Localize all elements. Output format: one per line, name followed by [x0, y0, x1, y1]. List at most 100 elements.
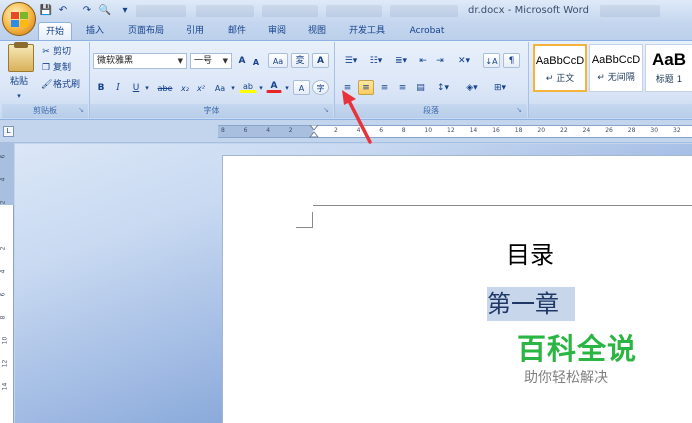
highlight-button[interactable]: ab: [239, 78, 257, 93]
print-preview-icon[interactable]: 🔍: [96, 3, 114, 19]
format-painter-button[interactable]: 格式刷: [52, 77, 86, 92]
ruler-tick-label: 28: [627, 127, 636, 134]
shading-button[interactable]: ◈▾: [459, 80, 485, 95]
borders-button[interactable]: ⊞▾: [488, 80, 512, 95]
horizontal-ruler[interactable]: 8 6 4 2 2 4 6 8 10 12 14 16 18 20 22 24 26 28 30 32: [218, 125, 692, 138]
shrink-font-button[interactable]: A: [250, 54, 262, 69]
tab-selector-button[interactable]: L: [3, 126, 14, 137]
character-shading-button[interactable]: A: [293, 80, 310, 95]
line-spacing-button[interactable]: ↕▾: [431, 80, 455, 95]
ruler-tick-label: 18: [514, 127, 523, 134]
undo-icon[interactable]: ↶: [56, 3, 70, 19]
office-button[interactable]: [2, 2, 36, 36]
tab-developer[interactable]: 开发工具: [344, 22, 390, 40]
chinese-layout-button[interactable]: ✕▾: [452, 53, 476, 68]
watermark-subtitle: 助你轻松解决: [524, 370, 608, 386]
subscript-button[interactable]: x₂: [178, 80, 192, 95]
ruler-tick-label: 26: [605, 127, 613, 134]
grow-font-button[interactable]: A: [235, 53, 249, 68]
vertical-ruler[interactable]: 6 4 2 2 4 6 8 10 12 14: [0, 143, 14, 423]
ruler-tick-label: 8: [0, 315, 7, 320]
bold-button[interactable]: B: [95, 80, 107, 95]
phonetic-guide-button[interactable]: 変: [291, 53, 309, 68]
tab-acrobat[interactable]: Acrobat: [404, 22, 450, 40]
ruler-tick-label: 6: [0, 292, 7, 297]
clear-formatting-button[interactable]: Aa: [268, 53, 288, 68]
italic-button[interactable]: I: [112, 80, 124, 95]
tab-home[interactable]: 开始: [38, 22, 72, 40]
indent-marker-icon[interactable]: [309, 125, 319, 138]
enclose-characters-button[interactable]: 字: [312, 80, 329, 95]
show-marks-button[interactable]: ¶: [503, 53, 520, 68]
taskbar-tab-blurred: [196, 5, 254, 17]
clipboard-launcher-icon[interactable]: ↘: [77, 106, 85, 114]
style-normal[interactable]: AaBbCcD ↵ 正文: [533, 44, 587, 92]
ruler-tick-label: 4: [0, 269, 7, 274]
copy-icon[interactable]: ❐: [40, 60, 52, 75]
strikethrough-button[interactable]: abe: [154, 80, 176, 95]
change-case-dropdown-icon[interactable]: ▾: [229, 80, 237, 95]
tab-mailings[interactable]: 邮件: [222, 22, 252, 40]
superscript-button[interactable]: x²: [194, 80, 208, 95]
style-sample: AaBbCcD: [591, 54, 641, 66]
annotation-arrow-icon: [342, 90, 372, 144]
underline-dropdown-icon[interactable]: ▾: [143, 80, 151, 95]
ruler-tick-label: 10: [424, 127, 433, 134]
selected-heading-text[interactable]: 第一章: [487, 287, 575, 321]
redo-icon[interactable]: ↷: [80, 3, 94, 19]
sort-button[interactable]: ↓A: [483, 53, 500, 68]
chevron-down-icon: ▼: [177, 57, 183, 65]
toc-title[interactable]: 目录: [470, 240, 590, 270]
justify-button[interactable]: ≡: [395, 80, 410, 95]
taskbar-tab-blurred: [262, 5, 318, 17]
margin-crop-mark: [296, 212, 313, 228]
group-label-font: 字体: [90, 104, 333, 118]
ruler-tick-label: 10: [1, 336, 9, 345]
underline-button[interactable]: U: [130, 80, 142, 95]
font-launcher-icon[interactable]: ↘: [322, 106, 330, 114]
cut-icon[interactable]: ✂: [40, 44, 52, 59]
ruler-tick-label: 8: [221, 127, 225, 134]
style-no-spacing[interactable]: AaBbCcD ↵ 无间隔: [589, 44, 643, 92]
ruler-tick-label: 2: [0, 200, 7, 205]
bullets-button[interactable]: ☰▾: [340, 53, 362, 68]
font-size-select[interactable]: 一号 ▼: [190, 53, 232, 69]
numbering-button[interactable]: ☷▾: [365, 53, 387, 68]
style-sample: AaB: [651, 50, 686, 69]
character-border-button[interactable]: A: [312, 53, 329, 68]
style-heading-1[interactable]: AaB 标题 1: [645, 44, 692, 92]
ruler-tick-label: 12: [1, 359, 9, 368]
ruler-tick-label: 24: [582, 127, 591, 134]
increase-indent-button[interactable]: ⇥: [433, 53, 447, 68]
chevron-down-icon: ▼: [222, 57, 228, 65]
clipboard-clip-icon: [14, 42, 28, 48]
format-painter-icon[interactable]: 🖌: [40, 77, 52, 92]
font-color-button[interactable]: A: [266, 78, 282, 93]
customize-qat-icon[interactable]: ▾: [120, 3, 130, 19]
paste-button[interactable]: 粘贴: [4, 74, 34, 89]
font-family-select[interactable]: 微软雅黑 ▼: [93, 53, 187, 69]
tab-review[interactable]: 审阅: [262, 22, 292, 40]
header-divider: [313, 205, 692, 206]
highlight-dropdown-icon[interactable]: ▾: [257, 80, 265, 95]
paste-icon[interactable]: [8, 44, 34, 72]
taskbar-tab-blurred: [600, 5, 660, 17]
multilevel-list-button[interactable]: ≣▾: [390, 53, 412, 68]
taskbar-tab-blurred: [326, 5, 382, 17]
save-icon[interactable]: 💾: [39, 3, 53, 19]
change-case-button[interactable]: Aa: [211, 80, 229, 95]
font-color-dropdown-icon[interactable]: ▾: [283, 80, 291, 95]
paste-dropdown-icon[interactable]: ▾: [4, 88, 34, 103]
copy-button[interactable]: 复制: [52, 60, 76, 75]
group-label-styles: [529, 104, 692, 118]
tab-view[interactable]: 视图: [302, 22, 332, 40]
tab-insert[interactable]: 插入: [80, 22, 110, 40]
tab-references[interactable]: 引用: [180, 22, 210, 40]
cut-button[interactable]: 剪切: [52, 44, 76, 59]
taskbar-tab-blurred: [136, 5, 186, 17]
distributed-button[interactable]: ▤: [413, 80, 428, 95]
paragraph-launcher-icon[interactable]: ↘: [515, 106, 523, 114]
tab-page-layout[interactable]: 页面布局: [120, 22, 172, 40]
decrease-indent-button[interactable]: ⇤: [416, 53, 430, 68]
ruler-tick-label: 6: [243, 127, 248, 134]
